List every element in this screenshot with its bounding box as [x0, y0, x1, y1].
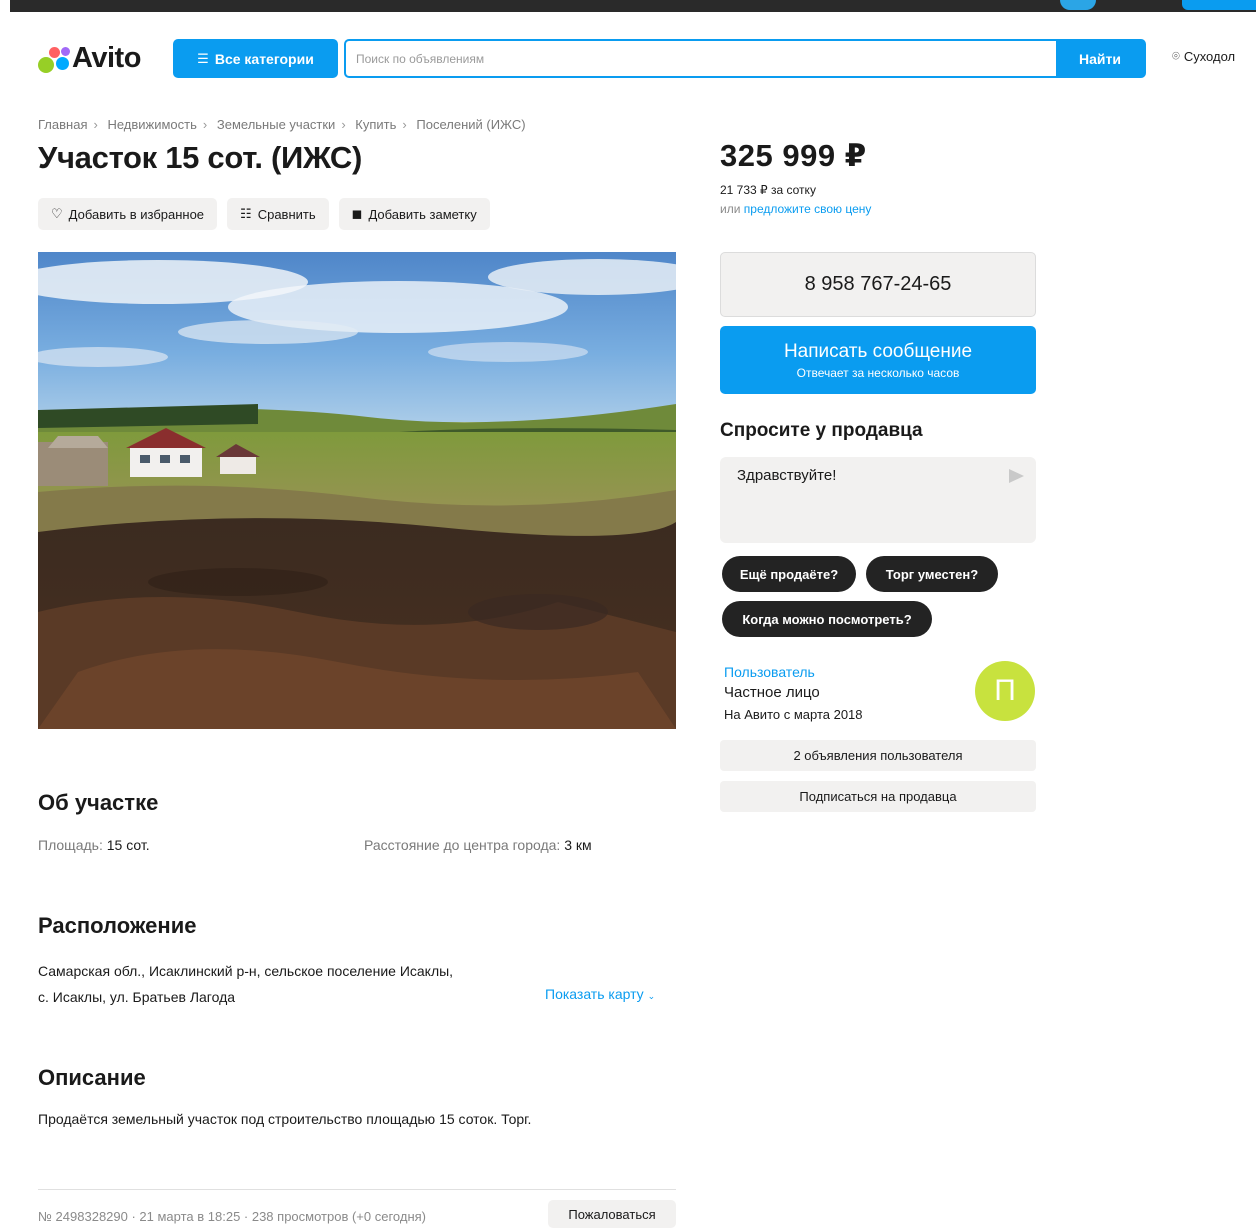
distance-label: Расстояние до центра города: [364, 837, 561, 853]
distance-value: 3 км [564, 837, 592, 853]
quick-question-chip[interactable]: Когда можно посмотреть? [722, 601, 932, 637]
response-time: Отвечает за несколько часов [796, 365, 960, 380]
search-bar: Найти [344, 39, 1146, 78]
breadcrumb-item[interactable]: Купить [355, 117, 396, 132]
location-selector[interactable]: ⌾ Суходол [1172, 48, 1235, 64]
area-value: 15 сот. [106, 837, 150, 853]
chevron-right-icon: › [341, 117, 346, 132]
quick-question-chip[interactable]: Торг уместен? [866, 556, 998, 592]
top-bar-avatar[interactable] [1060, 0, 1096, 10]
ask-seller-heading: Спросите у продавца [720, 420, 923, 441]
listing-actions: ♡ Добавить в избранное ☷ Сравнить ◼ Доба… [38, 198, 490, 230]
list-search-icon: ☰ [197, 50, 209, 66]
add-to-favorites-button[interactable]: ♡ Добавить в избранное [38, 198, 218, 230]
about-heading: Об участке [38, 790, 159, 815]
address: Самарская обл., Исаклинский р-н, сельско… [38, 958, 453, 1010]
price-offer-prefix: или [720, 202, 741, 216]
top-bar [10, 0, 1256, 12]
seller-since: На Авито с марта 2018 [724, 707, 863, 722]
compare-button[interactable]: ☷ Сравнить [227, 198, 329, 230]
breadcrumb-item[interactable]: Поселений (ИЖС) [416, 117, 525, 132]
price-per-unit: 21 733 ₽ за сотку [720, 183, 816, 197]
description-text: Продаётся земельный участок под строител… [38, 1111, 532, 1127]
all-categories-button[interactable]: ☰ Все категории [173, 39, 338, 78]
search-input[interactable] [356, 41, 1046, 76]
price: 325 999 ₽ [720, 138, 867, 173]
land-plot-image [38, 252, 676, 729]
compare-label: Сравнить [257, 206, 316, 222]
breadcrumb: Главная › Недвижимость › Земельные участки… [38, 117, 526, 132]
listing-meta: № 2498328290 · 21 марта в 18:25 · 238 пр… [38, 1209, 426, 1224]
description-heading: Описание [38, 1065, 146, 1090]
logo-text: Avito [72, 41, 141, 74]
logo-dots-icon [38, 43, 70, 73]
send-icon[interactable] [1009, 469, 1024, 483]
listing-title: Участок 15 сот. (ИЖС) [38, 140, 363, 175]
address-line: Самарская обл., Исаклинский р-н, сельско… [38, 963, 454, 979]
chevron-down-icon: ⌄ [647, 991, 656, 1001]
add-note-button[interactable]: ◼ Добавить заметку [338, 198, 490, 230]
site-header: Avito ☰ Все категории Найти ⌾ Суходол [0, 36, 1256, 82]
seller-listings-button[interactable]: 2 объявления пользователя [720, 740, 1036, 771]
write-message-button[interactable]: Написать сообщение Отвечает за несколько… [720, 326, 1036, 394]
area-label: Площадь: [38, 837, 103, 853]
search-button[interactable]: Найти [1056, 41, 1144, 76]
all-categories-label: Все категории [214, 50, 314, 67]
avatar[interactable]: П [975, 661, 1035, 721]
compare-icon: ☷ [240, 206, 252, 221]
ask-seller-input[interactable]: Здравствуйте! [737, 467, 836, 484]
top-bar-button[interactable] [1182, 0, 1256, 10]
breadcrumb-item[interactable]: Земельные участки [217, 117, 335, 132]
breadcrumb-item[interactable]: Недвижимость [107, 117, 196, 132]
location-label: Суходол [1183, 48, 1236, 64]
show-phone-button[interactable]: 8 958 767-24-65 [720, 252, 1036, 317]
price-offer: или предложите свою цену [720, 202, 871, 216]
seller-type: Частное лицо [724, 684, 820, 701]
heart-icon: ♡ [51, 206, 63, 221]
chevron-right-icon: › [402, 117, 407, 132]
breadcrumb-item[interactable]: Главная [38, 117, 87, 132]
report-button[interactable]: Пожаловаться [548, 1200, 676, 1228]
add-note-label: Добавить заметку [368, 206, 477, 222]
seller-name-link[interactable]: Пользователь [724, 664, 815, 680]
chevron-right-icon: › [202, 117, 208, 132]
chevron-right-icon: › [93, 117, 98, 132]
area-property: Площадь: 15 сот. [38, 837, 150, 853]
show-map-link[interactable]: Показать карту ⌄ [545, 986, 655, 1002]
distance-property: Расстояние до центра города: 3 км [364, 837, 592, 853]
show-map-label: Показать карту [545, 986, 644, 1002]
ask-seller-box[interactable]: Здравствуйте! [720, 457, 1036, 543]
note-icon: ◼ [351, 206, 363, 221]
quick-question-chip[interactable]: Ещё продаёте? [722, 556, 856, 592]
divider [38, 1189, 676, 1190]
address-line: с. Исаклы, ул. Братьев Лагода [38, 989, 236, 1005]
location-heading: Расположение [38, 913, 197, 938]
location-pin-icon: ⌾ [1172, 48, 1180, 63]
avito-logo[interactable]: Avito [38, 40, 141, 76]
subscribe-seller-button[interactable]: Подписаться на продавца [720, 781, 1036, 812]
add-to-favorites-label: Добавить в избранное [68, 206, 205, 222]
offer-price-link[interactable]: предложите свою цену [744, 202, 872, 216]
write-message-label: Написать сообщение [783, 340, 973, 362]
listing-photo[interactable] [38, 252, 676, 729]
